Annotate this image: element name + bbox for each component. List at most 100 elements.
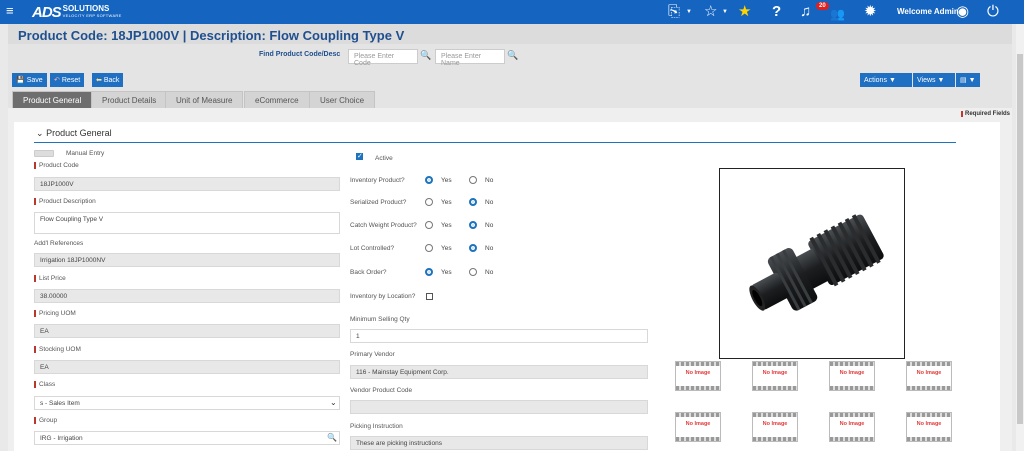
no-image-thumbnail[interactable]: No Image (906, 412, 952, 442)
actions-dropdown[interactable]: Actions ▼ (860, 73, 912, 87)
product-description-field[interactable]: Flow Coupling Type V (34, 212, 340, 234)
top-navbar: ≡ ADS SOLUTIONS VELOCITY ERP SOFTWARE ⎘ … (0, 0, 1024, 24)
no-label: No (485, 222, 494, 229)
tab-product-general[interactable]: Product General (12, 91, 93, 108)
divider (34, 142, 956, 143)
name-search-input[interactable]: Please Enter Name (435, 49, 505, 67)
no-image-thumbnail[interactable]: No Image (752, 412, 798, 442)
class-select[interactable]: s - Sales Item (34, 396, 340, 410)
print-dropdown[interactable]: ▤ ▼ (956, 73, 980, 87)
manual-entry-toggle[interactable] (34, 150, 54, 157)
stocking-uom-field: EA (34, 360, 340, 374)
help-icon[interactable]: ? (772, 3, 781, 21)
group-field[interactable]: IRG - Irrigation (34, 431, 340, 445)
logo-tagline: VELOCITY ERP SOFTWARE (62, 13, 122, 18)
min-selling-qty-label: Minimum Selling Qty (350, 316, 410, 323)
content-panel: Required Fields ⌄ Product General Manual… (8, 108, 1012, 451)
search-icon[interactable]: 🔍 (327, 433, 337, 442)
serialized-product-no-radio[interactable] (469, 198, 477, 206)
inventory-product-yes-radio[interactable] (425, 176, 433, 184)
yes-label: Yes (441, 245, 452, 252)
no-image-thumbnail[interactable]: No Image (906, 361, 952, 391)
no-image-thumbnail[interactable]: No Image (752, 361, 798, 391)
users-icon[interactable]: 👥 (830, 5, 845, 23)
search-icon[interactable]: 🔍 (420, 50, 431, 61)
catch-weight-yes-radio[interactable] (425, 221, 433, 229)
addl-references-label: Add'l References (34, 240, 84, 247)
back-order-label: Back Order? (350, 269, 387, 276)
list-price-field: 38.00000 (34, 289, 340, 303)
welcome-user[interactable]: Welcome Admin (897, 7, 959, 16)
inventory-by-location-label: Inventory by Location? (350, 293, 416, 300)
product-description-label: Product Description (34, 198, 96, 205)
bell-icon[interactable]: ♫ (800, 3, 811, 21)
min-selling-qty-field[interactable]: 1 (350, 329, 648, 343)
back-button[interactable]: ⬅ Back (92, 73, 124, 87)
no-image-thumbnail[interactable]: No Image (675, 412, 721, 442)
no-image-text: No Image (839, 421, 865, 427)
search-icon[interactable]: 🔍 (507, 50, 518, 61)
product-general-section: ⌄ Product General Manual Entry Product C… (14, 122, 1000, 451)
no-image-text: No Image (685, 370, 711, 376)
catch-weight-label: Catch Weight Product? (350, 222, 417, 229)
no-image-text: No Image (762, 370, 788, 376)
catch-weight-no-radio[interactable] (469, 221, 477, 229)
no-image-text: No Image (839, 370, 865, 376)
save-button[interactable]: 💾 Save (12, 73, 47, 87)
serialized-product-label: Serialized Product? (350, 199, 407, 206)
pricing-uom-field: EA (34, 324, 340, 338)
page-scrollbar[interactable] (1016, 24, 1024, 451)
gear-icon[interactable]: ✹ (864, 3, 877, 21)
vendor-product-code-label: Vendor Product Code (350, 387, 413, 394)
inventory-product-no-radio[interactable] (469, 176, 477, 184)
serialized-product-yes-radio[interactable] (425, 198, 433, 206)
required-fields-note: Required Fields (960, 111, 1010, 117)
tab-ecommerce[interactable]: eCommerce (244, 91, 310, 108)
section-header[interactable]: ⌄ Product General (36, 128, 112, 139)
chevron-down-icon: ▼ (937, 76, 945, 84)
addl-references-field: Irrigation 18JP1000NV (34, 253, 340, 267)
product-image[interactable] (719, 168, 905, 359)
tab-user-choice[interactable]: User Choice (309, 91, 376, 108)
chevron-down-icon: ⌄ (330, 398, 337, 407)
power-icon[interactable]: ⏻ (987, 3, 999, 21)
active-checkbox[interactable]: ✓ (356, 153, 363, 160)
no-label: No (485, 199, 494, 206)
user-avatar-icon[interactable]: ◉ (956, 3, 969, 21)
back-order-no-radio[interactable] (469, 268, 477, 276)
lot-controlled-no-radio[interactable] (469, 244, 477, 252)
brand-logo[interactable]: ADS SOLUTIONS VELOCITY ERP SOFTWARE (32, 4, 122, 21)
tab-product-details[interactable]: Product Details (91, 91, 168, 108)
tab-unit-of-measure[interactable]: Unit of Measure (165, 91, 244, 108)
star-outline-icon[interactable]: ☆ (704, 3, 717, 21)
no-image-thumbnail[interactable]: No Image (829, 412, 875, 442)
picking-instruction-field[interactable]: These are picking instructions (350, 436, 648, 450)
favorite-star-icon[interactable]: ★ (738, 3, 751, 21)
back-order-yes-radio[interactable] (425, 268, 433, 276)
no-image-text: No Image (916, 421, 942, 427)
no-image-text: No Image (685, 421, 711, 427)
undo-icon: ↶ (54, 77, 60, 84)
no-label: No (485, 269, 494, 276)
code-search-input[interactable]: Please Enter Code (348, 49, 418, 67)
menu-icon[interactable]: ≡ (6, 4, 14, 18)
reset-button[interactable]: ↶ Reset (50, 73, 85, 87)
views-dropdown[interactable]: Views ▼ (913, 73, 955, 87)
list-price-label: List Price (34, 275, 66, 282)
inventory-product-label: Inventory Product? (350, 177, 405, 184)
share-icon[interactable]: ⎘ (668, 3, 680, 21)
no-image-thumbnail[interactable]: No Image (829, 361, 875, 391)
inventory-by-location-checkbox[interactable] (426, 293, 433, 300)
section-title: Product General (46, 128, 112, 138)
product-photo (749, 214, 884, 311)
lot-controlled-yes-radio[interactable] (425, 244, 433, 252)
group-label: Group (34, 417, 57, 424)
yes-label: Yes (441, 269, 452, 276)
page-title: Product Code: 18JP1000V | Description: F… (18, 28, 405, 43)
chevron-down-icon: ▼ (888, 76, 896, 84)
tab-bar: Product General Product Details Unit of … (8, 90, 1012, 108)
save-icon: 💾 (16, 77, 25, 84)
no-image-thumbnail[interactable]: No Image (675, 361, 721, 391)
scrollbar-thumb[interactable] (1017, 54, 1023, 424)
primary-vendor-field: 116 - Mainstay Equipment Corp. (350, 365, 648, 379)
